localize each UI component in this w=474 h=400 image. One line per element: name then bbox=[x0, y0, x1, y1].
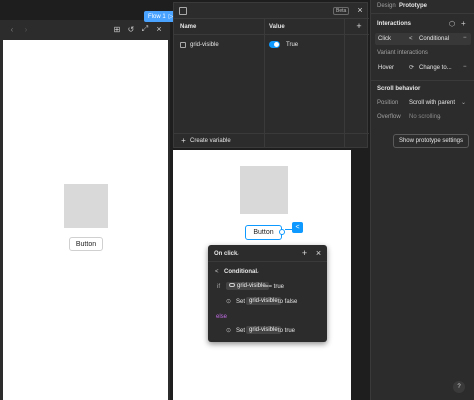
remove-icon[interactable]: − bbox=[463, 64, 467, 70]
column-header-name: Name bbox=[180, 24, 197, 30]
canvas-button-label: Button bbox=[253, 229, 274, 236]
preview-button-label: Button bbox=[75, 240, 97, 248]
if-keyword: if bbox=[217, 284, 220, 290]
conditional-icon: < bbox=[409, 36, 413, 42]
close-icon[interactable]: × bbox=[155, 24, 163, 34]
variable-name: grid-visible bbox=[190, 42, 219, 48]
set-variable-chip[interactable]: grid-visible bbox=[246, 297, 281, 305]
toggle-knob bbox=[274, 42, 279, 47]
connection-line bbox=[285, 229, 292, 230]
condition-operator: == true bbox=[265, 284, 285, 290]
conditional-icon: < bbox=[215, 269, 219, 275]
overflow-select[interactable]: No scrolling bbox=[409, 114, 440, 120]
tab-prototype[interactable]: Prototype bbox=[399, 3, 427, 9]
hover-trigger: Hover bbox=[378, 65, 395, 71]
position-label: Position bbox=[377, 100, 399, 106]
tab-design[interactable]: Design bbox=[377, 3, 396, 9]
hover-interaction-row[interactable]: Hover ⟳ Change to... − bbox=[375, 62, 471, 74]
set-keyword: Set bbox=[236, 299, 246, 305]
preview-toolbar: ‹ › ⊞ ↺ ⤢ × bbox=[0, 20, 170, 40]
close-icon[interactable]: × bbox=[355, 5, 365, 15]
interaction-popup: On click ⌄ + × < Conditional ⌄ if grid-v… bbox=[208, 245, 327, 342]
chevron-down-icon: ⌄ bbox=[235, 251, 241, 257]
set-variable-chip[interactable]: grid-visible bbox=[246, 326, 281, 334]
set-value[interactable]: to true bbox=[278, 328, 295, 334]
selected-button[interactable]: Button bbox=[245, 225, 282, 240]
interactions-title: Interactions bbox=[377, 21, 412, 27]
remove-icon[interactable]: − bbox=[463, 35, 467, 41]
preview-canvas: Button bbox=[3, 40, 168, 400]
show-prototype-settings-label: Show prototype settings bbox=[398, 138, 464, 144]
back-icon[interactable]: ‹ bbox=[8, 25, 16, 34]
create-variable-button[interactable]: Create variable bbox=[190, 138, 231, 144]
preview-button[interactable]: Button bbox=[69, 237, 103, 251]
click-interaction-row[interactable]: Click < Conditional − bbox=[375, 33, 471, 45]
beta-badge: Beta bbox=[333, 7, 350, 15]
boolean-toggle-icon bbox=[229, 283, 235, 288]
conditional-label[interactable]: Conditional bbox=[224, 269, 257, 275]
restart-icon[interactable]: ↺ bbox=[127, 25, 135, 34]
plus-icon[interactable]: + bbox=[180, 136, 187, 145]
properties-sidebar: Design Prototype Interactions ⬡ + Click … bbox=[370, 0, 474, 400]
set-variable-icon: ⊙ bbox=[226, 299, 232, 305]
add-action-icon[interactable]: + bbox=[300, 248, 309, 258]
trigger-header[interactable]: On click bbox=[214, 251, 237, 257]
flow-label-text: Flow 1 bbox=[148, 13, 166, 20]
boolean-toggle[interactable] bbox=[269, 41, 280, 48]
change-to-icon: ⟳ bbox=[409, 65, 415, 71]
variant-interactions-label: Variant interactions bbox=[377, 50, 428, 56]
add-interaction-icon[interactable]: + bbox=[461, 19, 466, 28]
overflow-label: Overflow bbox=[377, 114, 401, 120]
condition-variable: grid-visible bbox=[237, 283, 266, 289]
set-value[interactable]: to false bbox=[278, 299, 297, 305]
variables-panel: Beta × Name Value + grid-visible True + … bbox=[173, 2, 369, 148]
condition-variable-chip[interactable]: grid-visible bbox=[226, 282, 269, 290]
variable-row[interactable]: grid-visible True bbox=[174, 35, 344, 55]
column-header-value: Value bbox=[269, 24, 285, 30]
set-variable-icon: ⊙ bbox=[226, 328, 232, 334]
close-icon[interactable]: × bbox=[314, 248, 323, 258]
boolean-variable-icon bbox=[180, 42, 186, 48]
open-external-icon[interactable]: ⤢ bbox=[141, 24, 149, 33]
help-button[interactable]: ? bbox=[453, 381, 465, 393]
forward-icon[interactable]: › bbox=[22, 25, 30, 34]
else-keyword: else bbox=[216, 314, 228, 320]
variable-value: True bbox=[286, 42, 299, 48]
placeholder-rectangle bbox=[240, 166, 288, 214]
show-prototype-settings-button[interactable]: Show prototype settings bbox=[393, 134, 469, 148]
placeholder-rectangle bbox=[64, 184, 108, 228]
chevron-down-icon: ⌄ bbox=[437, 114, 443, 120]
conditional-connector-icon[interactable]: < bbox=[292, 222, 303, 233]
scroll-behavior-title: Scroll behavior bbox=[377, 86, 421, 92]
hover-action: Change to... bbox=[419, 65, 452, 71]
click-action: Conditional bbox=[419, 36, 450, 42]
divider bbox=[344, 18, 345, 148]
divider bbox=[174, 18, 369, 19]
set-keyword: Set bbox=[236, 328, 246, 334]
grid-icon[interactable]: ⊞ bbox=[113, 25, 121, 34]
sidebar-toggle-icon[interactable] bbox=[179, 7, 187, 15]
chevron-down-icon: ⌄ bbox=[255, 269, 261, 275]
interaction-add-icon[interactable]: ⬡ bbox=[449, 20, 455, 28]
help-icon: ? bbox=[457, 384, 461, 390]
chevron-down-icon: ⌄ bbox=[461, 100, 467, 106]
position-select[interactable]: Scroll with parent bbox=[409, 100, 455, 106]
divider bbox=[208, 261, 327, 262]
click-trigger: Click bbox=[378, 36, 391, 42]
divider bbox=[174, 133, 369, 134]
divider bbox=[371, 80, 474, 81]
divider bbox=[371, 13, 474, 14]
add-column-icon[interactable]: + bbox=[354, 21, 364, 31]
